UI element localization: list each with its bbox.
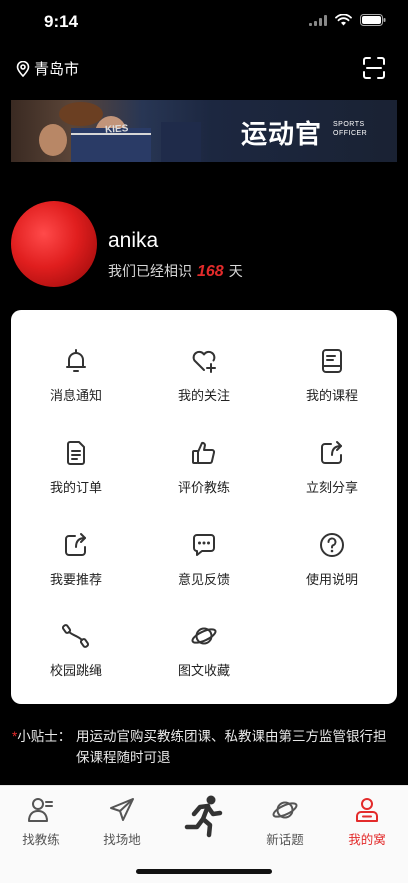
menu-item-collections[interactable]: 图文收藏 bbox=[140, 622, 268, 702]
menu-card: 消息通知 我的关注 我的课程 我的订单 评价教练 立刻分享 我要推荐 意见反馈 … bbox=[11, 310, 397, 704]
promo-banner[interactable]: KIES 运动官 SPORTS OFFICER bbox=[11, 100, 397, 162]
chat-bubble-icon bbox=[193, 534, 215, 556]
scan-icon bbox=[363, 57, 385, 79]
tip-label: 小贴士： bbox=[17, 729, 72, 744]
wifi-icon bbox=[335, 14, 352, 26]
menu-label: 立刻分享 bbox=[305, 480, 358, 495]
location-selector[interactable]: 青岛市 bbox=[16, 58, 79, 79]
menu-item-courses[interactable]: 我的课程 bbox=[268, 347, 396, 427]
book-icon bbox=[322, 349, 342, 373]
tab-find-venue[interactable]: 找场地 bbox=[82, 796, 162, 847]
menu-label: 消息通知 bbox=[49, 388, 102, 403]
question-circle-icon bbox=[320, 533, 344, 557]
menu-label: 我的订单 bbox=[49, 480, 102, 495]
menu-item-share[interactable]: 立刻分享 bbox=[268, 439, 396, 519]
planet-icon bbox=[272, 801, 298, 819]
heart-plus-icon bbox=[192, 350, 216, 373]
days-prefix: 我们已经相识 bbox=[108, 263, 192, 279]
menu-label: 使用说明 bbox=[305, 572, 358, 587]
bell-icon bbox=[66, 349, 86, 372]
location-pin-icon bbox=[16, 60, 30, 77]
menu-item-notifications[interactable]: 消息通知 bbox=[12, 347, 140, 427]
menu-item-instructions[interactable]: 使用说明 bbox=[268, 531, 396, 611]
menu-label: 评价教练 bbox=[177, 480, 230, 495]
city-label: 青岛市 bbox=[34, 61, 80, 78]
days-suffix: 天 bbox=[228, 263, 243, 279]
coach-icon bbox=[28, 798, 53, 822]
banner-jersey-text: KIES bbox=[104, 123, 129, 136]
tab-label: 新话题 bbox=[266, 833, 304, 847]
top-bar: 青岛市 bbox=[0, 52, 408, 86]
menu-item-orders[interactable]: 我的订单 bbox=[12, 439, 140, 519]
tip-text: 用运动官购买教练团课、私教课由第三方监管银行担保课程随时可退 bbox=[76, 729, 387, 765]
menu-label: 我的关注 bbox=[177, 388, 230, 403]
signal-icon bbox=[309, 14, 327, 26]
paper-plane-icon bbox=[110, 798, 134, 821]
scan-button[interactable] bbox=[362, 56, 386, 80]
runner-icon bbox=[184, 795, 223, 838]
tab-topics[interactable]: 新话题 bbox=[245, 796, 325, 847]
share-icon bbox=[321, 441, 342, 464]
menu-item-feedback[interactable]: 意见反馈 bbox=[140, 531, 268, 611]
document-icon bbox=[67, 441, 85, 465]
menu-label: 我要推荐 bbox=[49, 572, 102, 587]
banner-brand-sub: SPORTS OFFICER bbox=[333, 121, 368, 137]
menu-item-jump-rope[interactable]: 校园跳绳 bbox=[12, 622, 140, 702]
battery-icon bbox=[360, 14, 386, 26]
menu-item-following[interactable]: 我的关注 bbox=[140, 347, 268, 427]
tab-label: 找教练 bbox=[22, 833, 60, 847]
status-bar: 9:14 bbox=[0, 0, 408, 44]
banner-brand: 运动官 bbox=[241, 119, 323, 149]
tab-label: 我的窝 bbox=[348, 833, 386, 847]
avatar[interactable] bbox=[11, 201, 97, 287]
days-known: 我们已经相识 168 天 bbox=[108, 261, 243, 281]
username: anika bbox=[108, 229, 159, 252]
menu-label: 图文收藏 bbox=[177, 663, 230, 678]
tab-my-home[interactable]: 我的窝 bbox=[327, 796, 407, 847]
menu-label: 意见反馈 bbox=[177, 572, 230, 587]
status-icons bbox=[309, 14, 386, 26]
tab-find-coach[interactable]: 找教练 bbox=[1, 796, 81, 847]
tab-label: 找场地 bbox=[103, 833, 141, 847]
menu-item-rate-coach[interactable]: 评价教练 bbox=[140, 439, 268, 519]
tab-sport[interactable] bbox=[164, 795, 244, 846]
status-time: 9:14 bbox=[44, 12, 79, 31]
menu-label: 我的课程 bbox=[305, 388, 358, 403]
menu-item-recommend[interactable]: 我要推荐 bbox=[12, 531, 140, 611]
home-indicator bbox=[136, 869, 272, 874]
user-icon bbox=[356, 798, 378, 822]
jump-rope-icon bbox=[62, 624, 90, 648]
menu-label: 校园跳绳 bbox=[49, 663, 102, 678]
thumbs-up-icon bbox=[192, 441, 216, 464]
recommend-share-icon bbox=[65, 533, 86, 556]
planet-icon bbox=[191, 627, 217, 645]
days-count: 168 bbox=[197, 263, 224, 280]
